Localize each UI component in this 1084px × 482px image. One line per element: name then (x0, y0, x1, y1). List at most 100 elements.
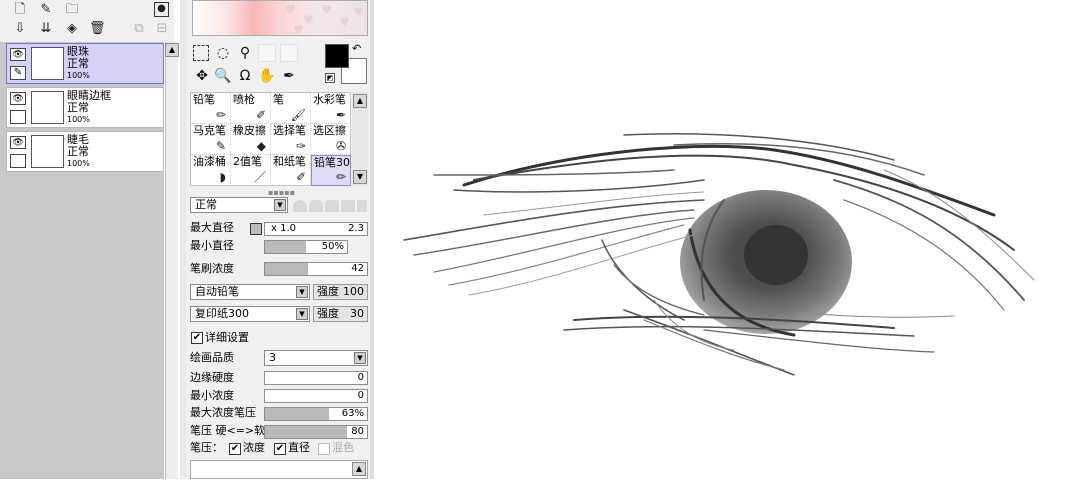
tool-label: 铅笔 (193, 93, 215, 106)
delete-layer-icon[interactable]: 🗑 (89, 21, 106, 37)
brush-shape-value: 自动铅笔 (195, 285, 239, 298)
pressure-density-checkbox[interactable]: ✔ (229, 443, 241, 455)
tool-pencil-0[interactable]: 铅笔 ✏ (191, 93, 231, 124)
tool-watercolor-3[interactable]: 水彩笔 ✒ (311, 93, 351, 124)
texture-dropdown[interactable]: 复印纸300 ▼ (190, 306, 310, 322)
tool-binary-pen-9[interactable]: 2值笔 ／ (231, 155, 271, 186)
dropdown-arrow-icon[interactable]: ▼ (296, 286, 308, 298)
merge-down-icon[interactable]: ⇊ (38, 21, 54, 37)
layer-checkbox[interactable] (10, 154, 26, 168)
hard-soft-value: 80 (351, 426, 364, 437)
hand-icon[interactable]: ✋ (258, 67, 276, 85)
tool-pencil-11[interactable]: 铅笔30 ✏ (311, 155, 351, 186)
brush-shape-medium-icon[interactable] (325, 200, 339, 212)
tool-bucket-8[interactable]: 油漆桶 ◗ (191, 155, 231, 186)
hard-soft-bar (265, 426, 347, 438)
quality-dropdown[interactable]: 3 ▼ (264, 350, 368, 366)
brush-shape-square-icon[interactable] (357, 200, 367, 212)
scroll-up-arrow-icon[interactable]: ▲ (352, 462, 366, 476)
blend-mode-dropdown[interactable]: 正常 ▼ (190, 197, 288, 213)
zoom-icon[interactable]: 🔍 (214, 67, 232, 85)
layer-row-eyeball[interactable]: 👁 ✎ 眼珠 正常 100% (6, 43, 164, 84)
tool-eraser-5[interactable]: 橡皮擦 ◆ (231, 124, 271, 155)
panel-grip-handle[interactable]: ▪▪▪▪▪ (268, 188, 295, 197)
dropdown-arrow-icon[interactable]: ▼ (296, 308, 308, 320)
rect-select-icon[interactable] (193, 45, 209, 61)
tool-label: 笔 (273, 93, 284, 106)
pressure-size-checkbox[interactable]: ✔ (274, 443, 286, 455)
max-pressure-slider[interactable]: 63% (264, 407, 368, 421)
color-wheel-preview[interactable]: ♥ ♥ ♥ ♥ ♥ ♥ (192, 0, 368, 37)
drawing-canvas[interactable] (374, 0, 1084, 479)
visibility-eye-icon[interactable]: 👁 (10, 92, 26, 105)
move-icon[interactable]: ✥ (193, 67, 211, 85)
edge-hardness-label: 边缘硬度 (190, 371, 234, 384)
apply-selection-icon[interactable]: ⊟ (154, 21, 170, 37)
min-size-slider[interactable]: 50% (264, 240, 348, 254)
scroll-up-arrow-icon[interactable]: ▲ (165, 43, 179, 57)
rotate-icon[interactable]: Ω (236, 67, 254, 85)
scroll-down-arrow-icon[interactable]: ▼ (353, 170, 367, 184)
tool-washi-pen-10[interactable]: 和纸笔 ✐ (271, 155, 311, 186)
swap-colors-icon[interactable]: ↶ (352, 42, 361, 55)
blend-mode-value: 正常 (195, 198, 217, 211)
brush-shape-flat-icon[interactable] (341, 200, 355, 212)
pressure-size-label: 直径 (288, 441, 310, 454)
pencil-icon: ✏ (215, 108, 226, 122)
pencil-icon: ✏ (335, 170, 346, 184)
tool-select-pen-6[interactable]: 选择笔 ✑ (271, 124, 311, 155)
canvas-settings-icon[interactable]: ● (154, 2, 169, 17)
max-pressure-value: 63% (341, 408, 364, 419)
layer-checkbox[interactable] (10, 110, 26, 124)
brush-tip-row[interactable]: ▲ (190, 460, 368, 479)
new-linework-layer-icon[interactable]: ✎ (38, 2, 54, 18)
new-folder-icon[interactable]: 🗀 (64, 2, 80, 18)
clear-layer-icon[interactable]: ◈ (64, 21, 80, 37)
texture-strength-value: 30 (350, 307, 364, 320)
visibility-eye-icon[interactable]: 👁 (10, 48, 26, 61)
lock-layer-icon[interactable]: ⧉ (131, 21, 147, 37)
advanced-settings-checkbox[interactable]: ✔ (191, 332, 203, 344)
layer-thumbnail (31, 135, 64, 168)
brush-shape-round-icon[interactable] (293, 200, 307, 212)
edge-hardness-value: 0 (357, 372, 364, 383)
texture-strength-field[interactable]: 强度 30 (313, 306, 368, 322)
new-layer-icon[interactable]: 🗋 (12, 2, 28, 18)
foreground-color-swatch[interactable] (325, 44, 349, 68)
tool-grid-scrollbar[interactable]: ▲ ▼ (352, 92, 368, 186)
tool-label: 马克笔 (193, 124, 226, 137)
tool-select-eraser-7[interactable]: 选区擦 ✇ (311, 124, 351, 155)
texture-value: 复印纸300 (195, 307, 249, 320)
pressure-blend-checkbox[interactable] (318, 443, 330, 455)
scroll-up-arrow-icon[interactable]: ▲ (353, 94, 367, 108)
size-multiplier-button[interactable] (250, 223, 262, 235)
shape-strength-field[interactable]: 强度 100 (313, 284, 368, 300)
max-size-field[interactable]: x 1.0 2.3 (264, 222, 368, 236)
transfer-down-icon[interactable]: ⇩ (12, 21, 28, 37)
lasso-select-icon[interactable]: ◌ (214, 44, 232, 62)
layer-scrollbar[interactable]: ▲ (165, 42, 179, 479)
pressure-label: 笔压： (190, 441, 223, 454)
edge-hardness-slider[interactable]: 0 (264, 371, 368, 385)
layer-opacity: 100% (67, 71, 90, 80)
visibility-eye-icon[interactable]: 👁 (10, 136, 26, 149)
dropdown-arrow-icon[interactable]: ▼ (354, 352, 366, 364)
layer-row-eye-outline[interactable]: 👁 眼睛边框 正常 100% (6, 87, 164, 128)
brush-shape-dropdown[interactable]: 自动铅笔 ▼ (190, 284, 310, 300)
min-density-label: 最小浓度 (190, 389, 234, 402)
density-slider[interactable]: 42 (264, 262, 368, 276)
brush-shape-soft-icon[interactable] (309, 200, 323, 212)
magic-wand-icon[interactable]: ⚲ (236, 44, 254, 62)
eraser-icon: ◆ (256, 139, 266, 153)
eyedropper-icon[interactable]: ✒ (280, 67, 298, 85)
layer-row-eyelashes[interactable]: 👁 睫毛 正常 100% (6, 131, 164, 172)
reset-colors-icon[interactable]: ◩ (325, 73, 335, 83)
airbrush-icon: ✐ (255, 108, 266, 122)
tool-brush-2[interactable]: 笔 🖌 (271, 93, 311, 124)
min-density-slider[interactable]: 0 (264, 389, 368, 403)
pen-icon[interactable]: ✎ (10, 66, 26, 80)
dropdown-arrow-icon[interactable]: ▼ (274, 199, 286, 211)
tool-airbrush-1[interactable]: 喷枪 ✐ (231, 93, 271, 124)
tool-marker-4[interactable]: 马克笔 ✎ (191, 124, 231, 155)
hard-soft-slider[interactable]: 80 (264, 425, 368, 439)
